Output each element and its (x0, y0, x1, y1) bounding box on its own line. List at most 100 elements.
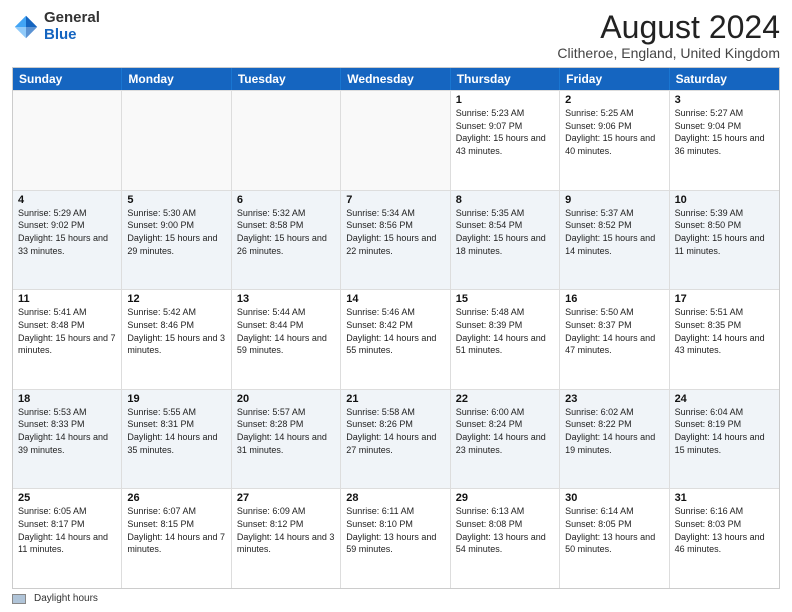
day-info: Sunrise: 5:30 AM Sunset: 9:00 PM Dayligh… (127, 207, 225, 257)
title-block: August 2024 Clitheroe, England, United K… (557, 10, 780, 61)
calendar-header-cell: Saturday (670, 68, 779, 90)
day-info: Sunrise: 5:46 AM Sunset: 8:42 PM Dayligh… (346, 306, 444, 356)
day-number: 3 (675, 94, 774, 106)
day-info: Sunrise: 6:02 AM Sunset: 8:22 PM Dayligh… (565, 406, 663, 456)
calendar-cell: 6Sunrise: 5:32 AM Sunset: 8:58 PM Daylig… (232, 191, 341, 290)
day-info: Sunrise: 5:39 AM Sunset: 8:50 PM Dayligh… (675, 207, 774, 257)
day-number: 5 (127, 194, 225, 206)
day-info: Sunrise: 6:05 AM Sunset: 8:17 PM Dayligh… (18, 505, 116, 555)
calendar-cell: 14Sunrise: 5:46 AM Sunset: 8:42 PM Dayli… (341, 290, 450, 389)
calendar-header-cell: Friday (560, 68, 669, 90)
day-info: Sunrise: 6:14 AM Sunset: 8:05 PM Dayligh… (565, 505, 663, 555)
day-number: 25 (18, 492, 116, 504)
day-number: 17 (675, 293, 774, 305)
calendar-cell: 23Sunrise: 6:02 AM Sunset: 8:22 PM Dayli… (560, 390, 669, 489)
calendar-row: 25Sunrise: 6:05 AM Sunset: 8:17 PM Dayli… (13, 488, 779, 588)
legend-box (12, 594, 26, 604)
calendar-cell: 18Sunrise: 5:53 AM Sunset: 8:33 PM Dayli… (13, 390, 122, 489)
calendar-cell: 29Sunrise: 6:13 AM Sunset: 8:08 PM Dayli… (451, 489, 560, 588)
calendar-cell: 13Sunrise: 5:44 AM Sunset: 8:44 PM Dayli… (232, 290, 341, 389)
calendar-cell: 8Sunrise: 5:35 AM Sunset: 8:54 PM Daylig… (451, 191, 560, 290)
day-number: 20 (237, 393, 335, 405)
calendar-row: 1Sunrise: 5:23 AM Sunset: 9:07 PM Daylig… (13, 90, 779, 190)
calendar-cell: 4Sunrise: 5:29 AM Sunset: 9:02 PM Daylig… (13, 191, 122, 290)
logo-blue-text: Blue (44, 27, 100, 44)
calendar-header-cell: Monday (122, 68, 231, 90)
day-info: Sunrise: 5:57 AM Sunset: 8:28 PM Dayligh… (237, 406, 335, 456)
day-number: 21 (346, 393, 444, 405)
calendar: SundayMondayTuesdayWednesdayThursdayFrid… (12, 67, 780, 589)
day-number: 16 (565, 293, 663, 305)
calendar-header-cell: Sunday (13, 68, 122, 90)
page: General Blue August 2024 Clitheroe, Engl… (0, 0, 792, 612)
calendar-row: 11Sunrise: 5:41 AM Sunset: 8:48 PM Dayli… (13, 289, 779, 389)
calendar-cell: 1Sunrise: 5:23 AM Sunset: 9:07 PM Daylig… (451, 91, 560, 190)
calendar-cell: 11Sunrise: 5:41 AM Sunset: 8:48 PM Dayli… (13, 290, 122, 389)
day-info: Sunrise: 6:09 AM Sunset: 8:12 PM Dayligh… (237, 505, 335, 555)
logo-general-text: General (44, 10, 100, 27)
day-info: Sunrise: 5:51 AM Sunset: 8:35 PM Dayligh… (675, 306, 774, 356)
day-info: Sunrise: 5:42 AM Sunset: 8:46 PM Dayligh… (127, 306, 225, 356)
calendar-header-cell: Wednesday (341, 68, 450, 90)
calendar-cell (13, 91, 122, 190)
day-number: 14 (346, 293, 444, 305)
day-number: 6 (237, 194, 335, 206)
calendar-cell: 21Sunrise: 5:58 AM Sunset: 8:26 PM Dayli… (341, 390, 450, 489)
day-number: 4 (18, 194, 116, 206)
day-info: Sunrise: 5:35 AM Sunset: 8:54 PM Dayligh… (456, 207, 554, 257)
day-number: 7 (346, 194, 444, 206)
calendar-cell: 31Sunrise: 6:16 AM Sunset: 8:03 PM Dayli… (670, 489, 779, 588)
calendar-row: 18Sunrise: 5:53 AM Sunset: 8:33 PM Dayli… (13, 389, 779, 489)
calendar-cell: 17Sunrise: 5:51 AM Sunset: 8:35 PM Dayli… (670, 290, 779, 389)
day-info: Sunrise: 5:32 AM Sunset: 8:58 PM Dayligh… (237, 207, 335, 257)
day-number: 23 (565, 393, 663, 405)
calendar-cell: 20Sunrise: 5:57 AM Sunset: 8:28 PM Dayli… (232, 390, 341, 489)
subtitle: Clitheroe, England, United Kingdom (557, 45, 780, 61)
day-number: 18 (18, 393, 116, 405)
day-info: Sunrise: 5:37 AM Sunset: 8:52 PM Dayligh… (565, 207, 663, 257)
day-info: Sunrise: 5:25 AM Sunset: 9:06 PM Dayligh… (565, 107, 663, 157)
calendar-cell: 2Sunrise: 5:25 AM Sunset: 9:06 PM Daylig… (560, 91, 669, 190)
day-info: Sunrise: 5:48 AM Sunset: 8:39 PM Dayligh… (456, 306, 554, 356)
logo-icon (12, 13, 40, 41)
day-number: 27 (237, 492, 335, 504)
calendar-cell: 25Sunrise: 6:05 AM Sunset: 8:17 PM Dayli… (13, 489, 122, 588)
calendar-cell: 30Sunrise: 6:14 AM Sunset: 8:05 PM Dayli… (560, 489, 669, 588)
day-number: 24 (675, 393, 774, 405)
day-number: 26 (127, 492, 225, 504)
calendar-cell: 12Sunrise: 5:42 AM Sunset: 8:46 PM Dayli… (122, 290, 231, 389)
day-number: 28 (346, 492, 444, 504)
day-number: 8 (456, 194, 554, 206)
calendar-row: 4Sunrise: 5:29 AM Sunset: 9:02 PM Daylig… (13, 190, 779, 290)
day-info: Sunrise: 6:00 AM Sunset: 8:24 PM Dayligh… (456, 406, 554, 456)
calendar-cell: 15Sunrise: 5:48 AM Sunset: 8:39 PM Dayli… (451, 290, 560, 389)
day-info: Sunrise: 6:13 AM Sunset: 8:08 PM Dayligh… (456, 505, 554, 555)
calendar-cell: 10Sunrise: 5:39 AM Sunset: 8:50 PM Dayli… (670, 191, 779, 290)
day-info: Sunrise: 5:29 AM Sunset: 9:02 PM Dayligh… (18, 207, 116, 257)
day-info: Sunrise: 5:50 AM Sunset: 8:37 PM Dayligh… (565, 306, 663, 356)
calendar-cell: 9Sunrise: 5:37 AM Sunset: 8:52 PM Daylig… (560, 191, 669, 290)
calendar-header-cell: Thursday (451, 68, 560, 90)
calendar-cell: 26Sunrise: 6:07 AM Sunset: 8:15 PM Dayli… (122, 489, 231, 588)
calendar-cell: 22Sunrise: 6:00 AM Sunset: 8:24 PM Dayli… (451, 390, 560, 489)
day-number: 19 (127, 393, 225, 405)
logo: General Blue (12, 10, 100, 43)
day-number: 12 (127, 293, 225, 305)
calendar-cell: 7Sunrise: 5:34 AM Sunset: 8:56 PM Daylig… (341, 191, 450, 290)
day-number: 22 (456, 393, 554, 405)
day-number: 1 (456, 94, 554, 106)
day-info: Sunrise: 5:41 AM Sunset: 8:48 PM Dayligh… (18, 306, 116, 356)
day-info: Sunrise: 6:04 AM Sunset: 8:19 PM Dayligh… (675, 406, 774, 456)
calendar-cell: 27Sunrise: 6:09 AM Sunset: 8:12 PM Dayli… (232, 489, 341, 588)
calendar-cell: 24Sunrise: 6:04 AM Sunset: 8:19 PM Dayli… (670, 390, 779, 489)
footer: Daylight hours (12, 593, 780, 604)
calendar-cell (122, 91, 231, 190)
day-number: 30 (565, 492, 663, 504)
day-number: 15 (456, 293, 554, 305)
day-number: 31 (675, 492, 774, 504)
calendar-cell (232, 91, 341, 190)
day-info: Sunrise: 5:23 AM Sunset: 9:07 PM Dayligh… (456, 107, 554, 157)
calendar-cell (341, 91, 450, 190)
day-info: Sunrise: 5:58 AM Sunset: 8:26 PM Dayligh… (346, 406, 444, 456)
day-number: 29 (456, 492, 554, 504)
